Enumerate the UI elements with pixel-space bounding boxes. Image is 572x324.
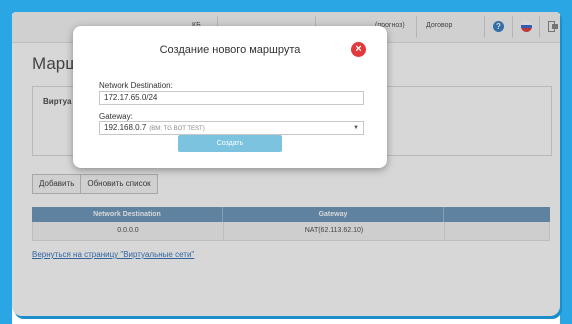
dialog-title: Создание нового маршрута <box>159 44 301 56</box>
app-window: КБ (прогноз) Договор ? Маршру Виртуа Доб… <box>12 12 560 316</box>
gateway-label: Gateway: <box>99 112 133 121</box>
frame-left <box>0 0 12 324</box>
create-button[interactable]: Создать <box>178 135 282 152</box>
chevron-down-icon: ▼ <box>353 125 359 131</box>
destination-input[interactable]: 172.17.65.0/24 <box>99 91 364 105</box>
close-icon[interactable]: × <box>351 42 366 57</box>
gateway-selected-vm: (ВМ: TG BOT TEST) <box>149 126 205 132</box>
destination-label: Network Destination: <box>99 81 173 90</box>
gateway-select[interactable]: 192.168.0.7 (ВМ: TG BOT TEST) ▼ <box>99 121 364 135</box>
gateway-selected-value: 192.168.0.7 <box>104 123 147 132</box>
create-route-dialog: Создание нового маршрута × Network Desti… <box>73 26 387 168</box>
frame-right <box>560 0 572 324</box>
